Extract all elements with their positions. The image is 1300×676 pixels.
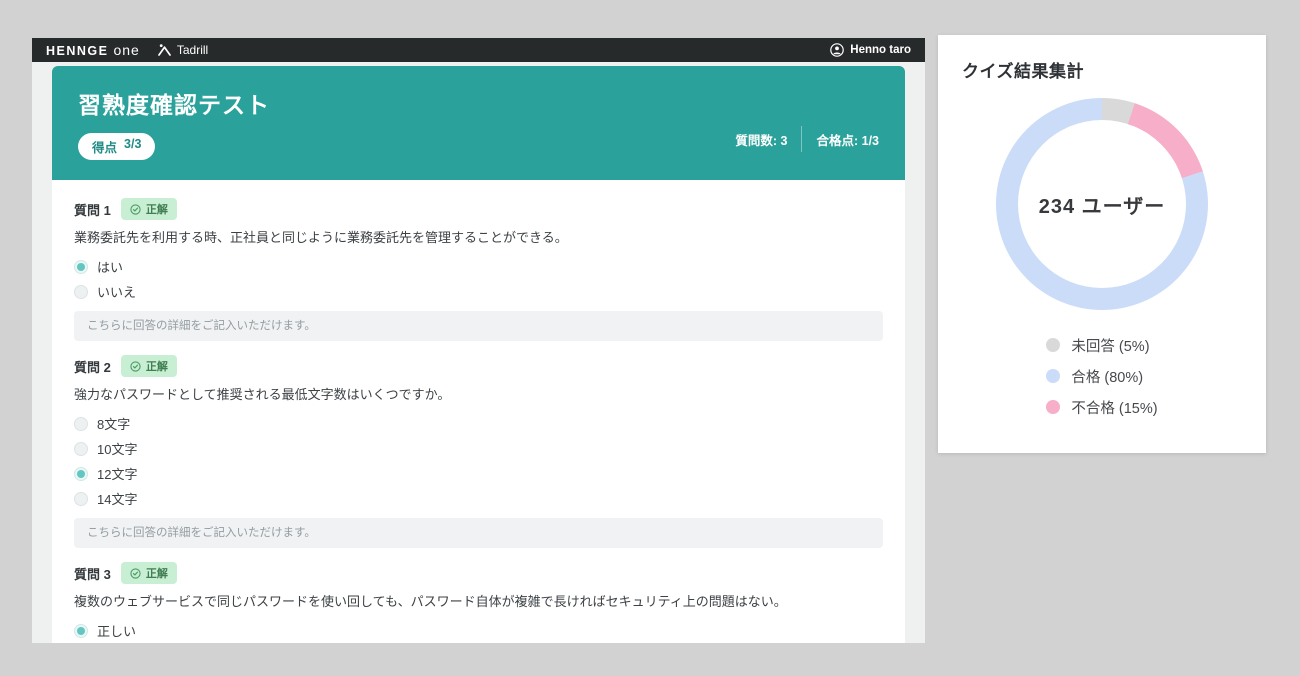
score-badge: 得点 3/3	[78, 133, 155, 160]
question-number: 質問 3	[74, 564, 111, 583]
legend-color-dot	[1046, 369, 1060, 383]
question-number: 質問 2	[74, 357, 111, 376]
results-title: クイズ結果集計	[962, 57, 1242, 82]
hennge-one-logo[interactable]: HENNGE One	[46, 42, 140, 58]
option-label: いいえ	[97, 282, 136, 301]
tadrill-icon	[158, 44, 171, 56]
question-block: 質問 3 正解複数のウェブサービスで同じパスワードを使い回しても、パスワード自体が…	[74, 562, 883, 643]
chart-legend: 未回答 (5%) 合格 (80%) 不合格 (15%)	[1046, 334, 1157, 418]
question-text: 強力なパスワードとして推奨される最低文字数はいくつですか。	[74, 385, 883, 404]
question-block: 質問 1 正解業務委託先を利用する時、正社員と同じように業務委託先を管理することが…	[74, 198, 883, 341]
answer-option[interactable]: いいえ	[74, 279, 883, 304]
question-header: 質問 2 正解	[74, 355, 883, 377]
results-donut-chart: 234 ユーザー	[996, 98, 1208, 310]
tadrill-label: Tadrill	[177, 43, 208, 57]
correct-badge: 正解	[121, 355, 177, 377]
user-name: Henno taro	[850, 44, 911, 56]
app-window: HENNGE One Tadrill Henno taro 習熟度確認テスト 得…	[32, 38, 925, 643]
question-text: 複数のウェブサービスで同じパスワードを使い回しても、パスワード自体が複雑で長けれ…	[74, 592, 883, 611]
legend-item: 合格 (80%)	[1046, 365, 1157, 387]
score-label: 得点	[92, 137, 117, 156]
legend-item: 不合格 (15%)	[1046, 396, 1157, 418]
answer-detail-input[interactable]: こちらに回答の詳細をご記入いただけます。	[74, 518, 883, 548]
answer-detail-input[interactable]: こちらに回答の詳細をご記入いただけます。	[74, 311, 883, 341]
answer-option[interactable]: 12文字	[74, 461, 883, 486]
radio-unselected-icon[interactable]	[74, 417, 88, 431]
donut-hole: 234 ユーザー	[1018, 120, 1186, 288]
score-value: 3/3	[124, 137, 141, 156]
option-label: 14文字	[97, 489, 137, 508]
radio-selected-icon[interactable]	[74, 467, 88, 481]
option-label: 正しい	[97, 621, 136, 640]
answer-option[interactable]: 正しい	[74, 618, 883, 643]
question-count: 質問数: 3	[735, 130, 787, 149]
option-label: 10文字	[97, 439, 137, 458]
option-label: 12文字	[97, 464, 137, 483]
option-label: はい	[97, 257, 123, 276]
stats-divider	[801, 126, 802, 152]
correct-badge-label: 正解	[146, 201, 168, 217]
legend-color-dot	[1046, 338, 1060, 352]
correct-badge-label: 正解	[146, 565, 168, 581]
question-header: 質問 3 正解	[74, 562, 883, 584]
tadrill-app-link[interactable]: Tadrill	[158, 43, 208, 57]
donut-center-label: 234 ユーザー	[1039, 190, 1166, 219]
check-circle-icon	[130, 361, 141, 372]
quiz-stats: 質問数: 3 合格点: 1/3	[735, 126, 879, 152]
question-number: 質問 1	[74, 200, 111, 219]
check-circle-icon	[130, 204, 141, 215]
legend-item: 未回答 (5%)	[1046, 334, 1157, 356]
brand-one-text: One	[113, 42, 139, 58]
correct-badge: 正解	[121, 198, 177, 220]
quiz-title: 習熟度確認テスト	[78, 86, 270, 120]
answer-option[interactable]: 14文字	[74, 486, 883, 511]
radio-selected-icon[interactable]	[74, 624, 88, 638]
correct-badge: 正解	[121, 562, 177, 584]
user-avatar-icon	[830, 43, 844, 57]
radio-unselected-icon[interactable]	[74, 492, 88, 506]
legend-color-dot	[1046, 400, 1060, 414]
answer-option[interactable]: はい	[74, 254, 883, 279]
user-menu[interactable]: Henno taro	[830, 43, 911, 57]
radio-selected-icon[interactable]	[74, 260, 88, 274]
question-text: 業務委託先を利用する時、正社員と同じように業務委託先を管理することができる。	[74, 228, 883, 247]
question-header: 質問 1 正解	[74, 198, 883, 220]
question-list: 質問 1正解業務委託先を利用する時、正社員と同じように業務委託先を管理することが…	[52, 180, 905, 643]
legend-label: 合格 (80%)	[1071, 366, 1143, 387]
legend-label: 未回答 (5%)	[1071, 335, 1149, 356]
passing-score: 合格点: 1/3	[816, 130, 879, 149]
top-navigation-bar: HENNGE One Tadrill Henno taro	[32, 38, 925, 62]
brand-hennge-text: HENNGE	[46, 44, 108, 58]
check-circle-icon	[130, 568, 141, 579]
quiz-content-area: 習熟度確認テスト 得点3/3 質問数: 3 合格点: 1/3 質問 1正解業務委…	[32, 62, 925, 643]
answer-option[interactable]: 10文字	[74, 436, 883, 461]
radio-unselected-icon[interactable]	[74, 442, 88, 456]
radio-unselected-icon[interactable]	[74, 285, 88, 299]
question-block: 質問 2 正解強力なパスワードとして推奨される最低文字数はいくつですか。 8文字 10…	[74, 355, 883, 548]
quiz-header: 習熟度確認テスト 得点 3/3 質問数: 3 合格点: 1/3	[52, 66, 905, 180]
correct-badge-label: 正解	[146, 358, 168, 374]
answer-option[interactable]: 8文字	[74, 411, 883, 436]
option-label: 8文字	[97, 414, 130, 433]
quiz-results-panel: クイズ結果集計 234 ユーザー 未回答 (5%) 合格 (80%) 不合格 (15…	[938, 35, 1266, 453]
legend-label: 不合格 (15%)	[1071, 397, 1157, 418]
